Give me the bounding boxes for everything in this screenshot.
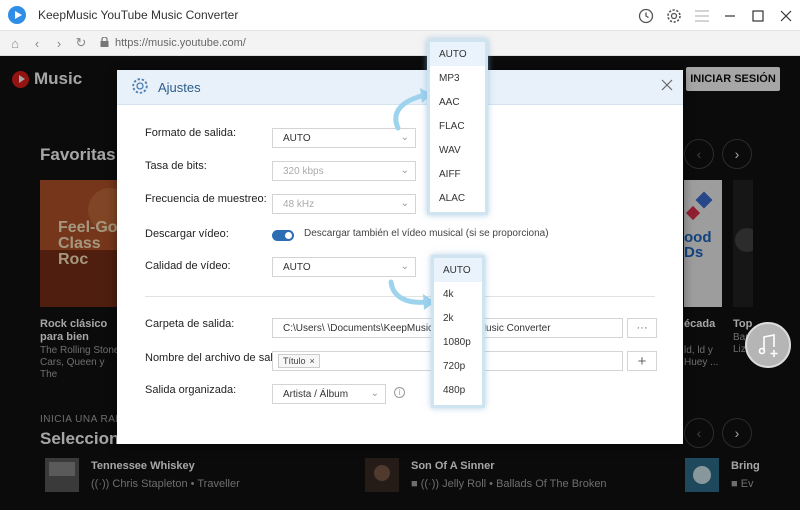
address-bar: ⌂ ‹ › ↻ https://music.youtube.com/ xyxy=(0,31,800,56)
history-icon[interactable] xyxy=(632,0,660,31)
info-icon[interactable]: i xyxy=(394,387,405,398)
chevron-down-icon: ⌄ xyxy=(400,261,409,272)
browse-folder-button[interactable]: ··· xyxy=(627,318,657,338)
gear-icon xyxy=(131,77,149,98)
chevron-down-icon: ⌄ xyxy=(370,388,379,399)
format-option[interactable]: AIFF xyxy=(430,162,485,186)
bitrate-label: Tasa de bits: xyxy=(145,160,207,172)
chevron-down-icon: ⌄ xyxy=(400,198,409,209)
app-title: KeepMusic YouTube Music Converter xyxy=(38,8,239,22)
add-music-icon xyxy=(758,334,778,357)
minimize-icon[interactable] xyxy=(716,0,744,31)
quality-option[interactable]: 720p xyxy=(434,354,482,378)
chevron-down-icon: ⌄ xyxy=(400,165,409,176)
close-icon[interactable] xyxy=(661,79,673,94)
quality-option[interactable]: 4k xyxy=(434,282,482,306)
format-option[interactable]: WAV xyxy=(430,138,485,162)
format-option[interactable]: MP3 xyxy=(430,66,485,90)
settings-gear-icon[interactable] xyxy=(660,0,688,31)
organized-output-label: Salida organizada: xyxy=(145,384,237,396)
samplerate-select[interactable]: 48 kHz ⌄ xyxy=(272,194,416,214)
menu-icon[interactable] xyxy=(688,0,716,31)
download-video-toggle[interactable] xyxy=(272,230,294,241)
video-quality-label: Calidad de vídeo: xyxy=(145,260,231,272)
bitrate-value: 320 kbps xyxy=(283,165,324,177)
samplerate-value: 48 kHz xyxy=(283,198,315,210)
home-icon[interactable]: ⌂ xyxy=(4,31,26,56)
organized-output-select[interactable]: Artista / Álbum ⌄ xyxy=(272,384,386,404)
dialog-title: Ajustes xyxy=(158,79,201,95)
lock-icon xyxy=(100,35,109,50)
quality-option[interactable]: 1080p xyxy=(434,330,482,354)
video-quality-value: AUTO xyxy=(283,261,311,273)
filename-tag[interactable]: Título × xyxy=(278,354,320,368)
url-text: https://music.youtube.com/ xyxy=(115,37,246,49)
format-value: AUTO xyxy=(283,132,311,144)
close-window-icon[interactable] xyxy=(772,0,800,31)
video-quality-dropdown: AUTO 4k 2k 1080p 720p 480p xyxy=(431,255,485,408)
app-logo-icon xyxy=(8,6,26,24)
format-option[interactable]: ALAC xyxy=(430,186,485,210)
download-video-text: Descargar también el vídeo musical (si s… xyxy=(304,228,549,239)
url-field[interactable]: https://music.youtube.com/ xyxy=(100,35,246,50)
quality-option[interactable]: 480p xyxy=(434,378,482,402)
reload-icon[interactable]: ↻ xyxy=(70,31,92,56)
forward-icon[interactable]: › xyxy=(48,31,70,56)
format-dropdown: AUTO MP3 AAC FLAC WAV AIFF ALAC xyxy=(427,39,488,215)
bitrate-select[interactable]: 320 kbps ⌄ xyxy=(272,161,416,181)
format-option[interactable]: FLAC xyxy=(430,114,485,138)
video-quality-select[interactable]: AUTO ⌄ xyxy=(272,257,416,277)
title-bar: KeepMusic YouTube Music Converter xyxy=(0,0,800,31)
callout-arrow-icon xyxy=(388,279,435,310)
filename-label: Nombre del archivo de sali... xyxy=(145,352,285,364)
samplerate-label: Frecuencia de muestreo: xyxy=(145,193,267,205)
format-option[interactable]: AAC xyxy=(430,90,485,114)
filename-tag-label: Título xyxy=(283,356,306,366)
format-label: Formato de salida: xyxy=(145,127,237,139)
output-folder-label: Carpeta de salida: xyxy=(145,318,235,330)
add-music-button[interactable] xyxy=(745,322,791,368)
organized-output-value: Artista / Álbum xyxy=(283,388,349,400)
remove-tag-icon[interactable]: × xyxy=(310,356,315,366)
format-option[interactable]: AUTO xyxy=(430,42,485,66)
quality-option[interactable]: 2k xyxy=(434,306,482,330)
maximize-icon[interactable] xyxy=(744,0,772,31)
back-icon[interactable]: ‹ xyxy=(26,31,48,56)
quality-option[interactable]: AUTO xyxy=(434,258,482,282)
add-filename-tag-button[interactable]: + xyxy=(627,351,657,371)
download-video-label: Descargar vídeo: xyxy=(145,228,229,240)
